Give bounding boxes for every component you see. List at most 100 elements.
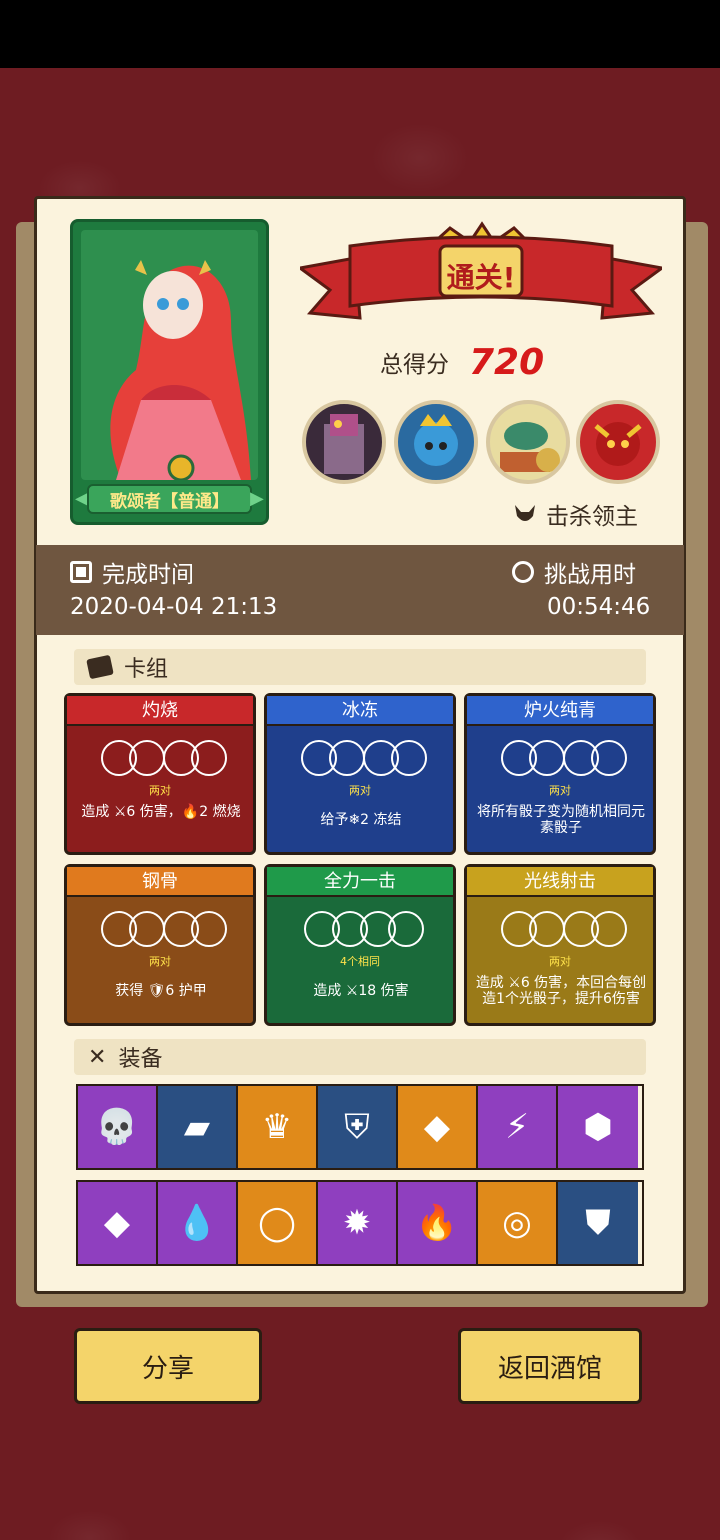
card-effect: 给予❄2 冻结: [320, 812, 402, 828]
complete-time-text: 完成时间: [102, 562, 194, 588]
share-button[interactable]: 分享: [74, 1328, 262, 1404]
complete-time-label: 完成时间: [70, 555, 194, 589]
dice-slots: [267, 740, 453, 776]
dice-slots: [67, 740, 253, 776]
combo-requirement: 4个相同: [340, 955, 380, 968]
equipment-slot[interactable]: ⛨: [318, 1086, 398, 1168]
equipment-slot[interactable]: ◆: [398, 1086, 478, 1168]
combo-requirement: 两对: [549, 955, 571, 968]
deck-card[interactable]: 钢骨两对获得 🛡6 护甲: [64, 864, 256, 1026]
gold-bars-icon: ▰: [183, 1107, 211, 1147]
combo-requirement: 两对: [349, 784, 371, 797]
horned-skull-icon: [515, 505, 535, 521]
dice-slot: [529, 740, 565, 776]
deck-card-title: 冰冻: [267, 696, 453, 726]
character-portrait: [81, 230, 258, 480]
deck-card[interactable]: 炉火纯青两对将所有骰子变为随机相同元素骰子: [464, 693, 656, 855]
boss-portrait-3: [486, 400, 570, 484]
challenge-time-text: 挑战用时: [544, 562, 636, 588]
card-effect: 将所有骰子变为随机相同元素骰子: [477, 804, 645, 836]
combo-requirement: 两对: [149, 955, 171, 968]
ice-crystal-icon: ◆: [423, 1107, 451, 1147]
dice-slot: [391, 740, 427, 776]
dice-slot: [388, 911, 424, 947]
equipment-slot[interactable]: ◎: [478, 1182, 558, 1264]
equipment-slot[interactable]: ♛: [238, 1086, 318, 1168]
victory-title: 通关!: [446, 261, 516, 294]
deck-card-title: 钢骨: [67, 867, 253, 897]
equipment-header-text: 装备: [118, 1047, 163, 1072]
shield-gem-icon: ⛨: [344, 1107, 370, 1147]
equipment-slot[interactable]: 💀: [78, 1086, 158, 1168]
combo-requirement: 两对: [549, 784, 571, 797]
equipment-slot[interactable]: ⚡: [478, 1086, 558, 1168]
boss-portrait-4: [576, 400, 660, 484]
equipment-slot[interactable]: ▰: [158, 1086, 238, 1168]
score-label: 总得分: [380, 352, 449, 378]
kills-label-row: 击杀领主: [512, 497, 638, 531]
dice-slots: [267, 911, 453, 947]
return-tavern-label: 返回酒馆: [497, 1353, 602, 1384]
equipment-slot[interactable]: ⛊: [558, 1182, 638, 1264]
character-card: ◀ 歌颂者【普通】 ▶: [70, 219, 269, 525]
equipment-slot[interactable]: ✹: [318, 1182, 398, 1264]
equipment-slot[interactable]: ◆: [78, 1182, 158, 1264]
equipment-header: ✕ 装备: [74, 1039, 646, 1075]
dice-slots: [467, 740, 653, 776]
card-effect: 造成 ⚔18 伤害: [313, 983, 409, 999]
challenge-time-value: 00:54:46: [547, 594, 651, 620]
equipment-slot[interactable]: ◯: [238, 1182, 318, 1264]
dice-slots: [67, 911, 253, 947]
next-arrow-icon: ▶: [250, 488, 264, 509]
deck-card-title: 灼烧: [67, 696, 253, 726]
dice-slot: [529, 911, 565, 947]
stopwatch-icon: [512, 561, 534, 583]
boss-portrait-2: [394, 400, 478, 484]
character-name-bar: 歌颂者【普通】: [87, 484, 252, 514]
deck-card-title: 全力一击: [267, 867, 453, 897]
boss-portrait-1: [302, 400, 386, 484]
status-bar: [0, 0, 720, 68]
fire-ring-icon: ◯: [257, 1203, 297, 1243]
card-effect: 获得 🛡6 护甲: [115, 983, 207, 999]
deck-card[interactable]: 冰冻两对给予❄2 冻结: [264, 693, 456, 855]
dice-slot: [591, 740, 627, 776]
skull-icon: 💀: [95, 1107, 139, 1147]
rainbow-swirl-icon: ◎: [502, 1203, 532, 1243]
character-name: 歌颂者【普通】: [110, 491, 229, 512]
score-row: 总得分 720: [380, 340, 544, 384]
ruby-icon: ◆: [103, 1203, 131, 1243]
crest-shield-icon: ⛊: [585, 1203, 611, 1243]
water-drop-icon: 💧: [175, 1203, 219, 1243]
dice-slot: [191, 740, 227, 776]
deck-card-title: 光线射击: [467, 867, 653, 897]
victory-banner: 通关!: [296, 218, 666, 330]
deck-card[interactable]: 灼烧 两对 造成 ⚔6 伤害，🔥2 燃烧: [64, 693, 256, 855]
dice-slots: [467, 911, 653, 947]
return-tavern-button[interactable]: 返回酒馆: [458, 1328, 642, 1404]
lightning-ring-icon: ⚡: [505, 1107, 529, 1147]
deck-card[interactable]: 光线射击 两对 造成 ⚔6 伤害，本回合每创造1个光骰子，提升6伤害: [464, 864, 656, 1026]
deck-header-text: 卡组: [124, 657, 169, 682]
dice-slot: [129, 740, 165, 776]
cards-icon: [86, 654, 114, 680]
kills-label: 击杀领主: [546, 504, 638, 530]
dice-slot: [329, 740, 365, 776]
share-button-label: 分享: [141, 1353, 194, 1384]
score-value: 720: [469, 341, 545, 383]
dice-slot: [129, 911, 165, 947]
spiked-armor-icon: ♛: [261, 1107, 293, 1147]
equipment-row-2: ◆ 💧 ◯ ✹ 🔥 ◎ ⛊: [76, 1180, 644, 1266]
deck-header: 卡组: [74, 649, 646, 685]
equipment-slot[interactable]: 💧: [158, 1182, 238, 1264]
deck-card-title: 炉火纯青: [467, 696, 653, 726]
deck-card[interactable]: 全力一击 4个相同造成 ⚔18 伤害: [264, 864, 456, 1026]
dice-slot: [591, 911, 627, 947]
emerald-icon: ⬢: [583, 1107, 613, 1147]
sun-medallion-icon: ✹: [342, 1203, 372, 1243]
calendar-icon: [70, 561, 92, 583]
equipment-slot[interactable]: 🔥: [398, 1182, 478, 1264]
combo-requirement: 两对: [149, 784, 171, 797]
equipment-slot[interactable]: ⬢: [558, 1086, 638, 1168]
dice-slot: [191, 911, 227, 947]
